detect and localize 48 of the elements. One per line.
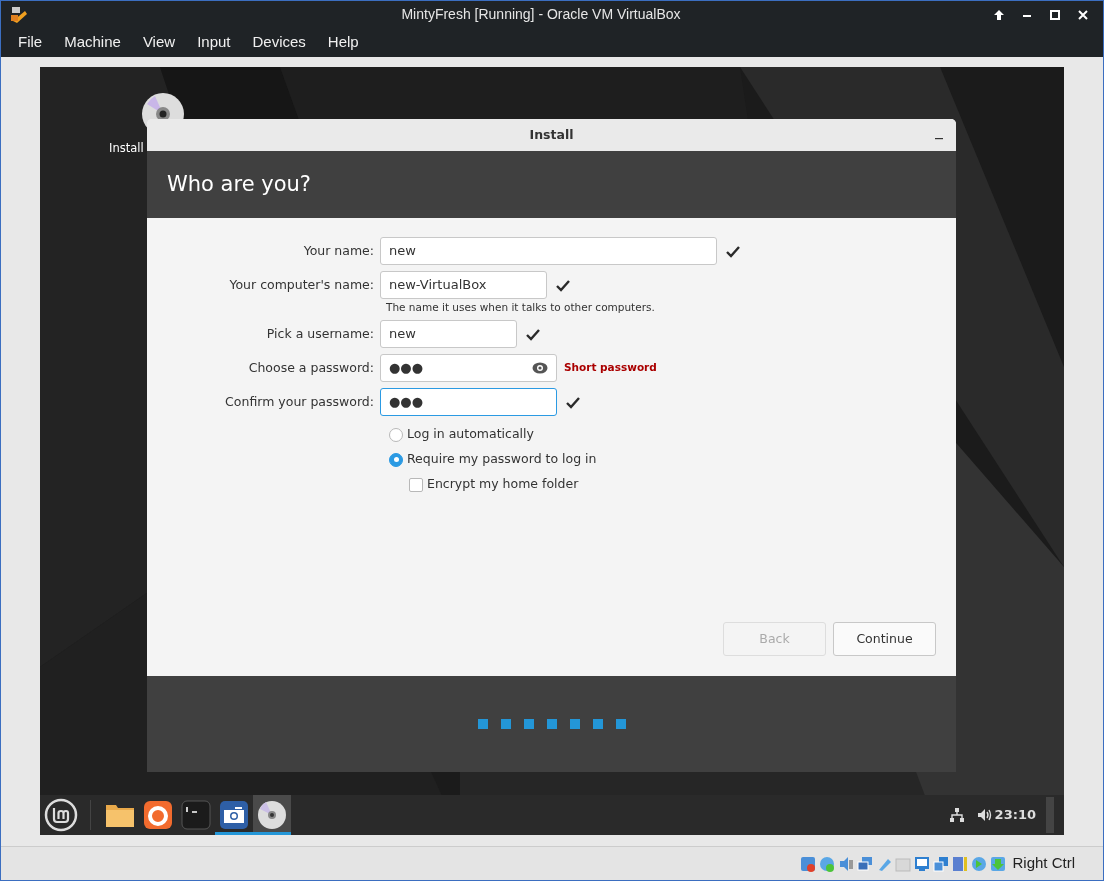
clock[interactable]: 23:10 bbox=[994, 805, 1036, 825]
camera-icon bbox=[218, 799, 250, 831]
host-key-label: Right Ctrl bbox=[1012, 853, 1075, 874]
menu-item[interactable]: File bbox=[7, 31, 54, 54]
field-label: Pick a username: bbox=[265, 324, 375, 343]
input-field[interactable]: ●●● bbox=[380, 354, 557, 382]
eye-icon[interactable] bbox=[532, 362, 548, 374]
monitor-icon[interactable] bbox=[914, 855, 931, 872]
option-label[interactable]: Log in automatically bbox=[407, 425, 534, 444]
field-label: Your name: bbox=[302, 241, 375, 260]
menu-item[interactable]: Help bbox=[316, 31, 370, 54]
desktop-icon-label[interactable]: Install bbox=[109, 140, 144, 158]
input-field[interactable]: new bbox=[380, 320, 517, 348]
network-icon[interactable] bbox=[948, 807, 965, 823]
hint-text: The name it uses when it talks to other computers. bbox=[386, 300, 656, 314]
app-logo-icon bbox=[9, 4, 29, 25]
browser-icon bbox=[142, 799, 174, 831]
warning-text: Short password bbox=[564, 360, 657, 376]
disc-icon bbox=[256, 799, 288, 831]
field-label: Your computer's name: bbox=[228, 275, 375, 294]
taskbar-button[interactable] bbox=[253, 795, 291, 835]
menu-logo-icon[interactable] bbox=[44, 798, 78, 832]
close-icon[interactable] bbox=[1077, 8, 1089, 21]
option-label[interactable]: Require my password to log in bbox=[407, 450, 597, 469]
volume-icon[interactable] bbox=[976, 807, 993, 823]
page-heading: Who are you? bbox=[167, 170, 311, 198]
dialog-title: Install bbox=[529, 125, 574, 144]
dialog-button[interactable]: Continue bbox=[833, 622, 936, 656]
checkbox[interactable] bbox=[409, 477, 423, 492]
input-field[interactable]: new-VirtualBox bbox=[380, 271, 547, 299]
speaker-icon[interactable] bbox=[838, 855, 855, 872]
radio-button[interactable] bbox=[389, 452, 403, 467]
option-label[interactable]: Encrypt my home folder bbox=[427, 475, 579, 494]
radio-button[interactable] bbox=[389, 427, 403, 442]
terminal-icon bbox=[180, 799, 212, 831]
input-field[interactable]: ●●● bbox=[380, 388, 557, 416]
window-title: MintyFresh [Running] - Oracle VM VirtualBox bbox=[400, 5, 682, 24]
input-field[interactable]: new bbox=[380, 237, 717, 265]
windows-icon[interactable] bbox=[933, 855, 950, 872]
monitors-icon[interactable] bbox=[857, 855, 874, 872]
menu-item[interactable]: Input bbox=[186, 31, 242, 54]
field-label: Confirm your password: bbox=[224, 392, 375, 411]
pin-icon[interactable] bbox=[993, 8, 1005, 21]
maximize-icon[interactable] bbox=[1049, 8, 1061, 21]
field-label: Choose a password: bbox=[247, 358, 375, 377]
menu-item[interactable]: View bbox=[131, 31, 187, 54]
menu-item[interactable]: Devices bbox=[241, 31, 317, 54]
menu-item[interactable]: Machine bbox=[53, 31, 132, 54]
